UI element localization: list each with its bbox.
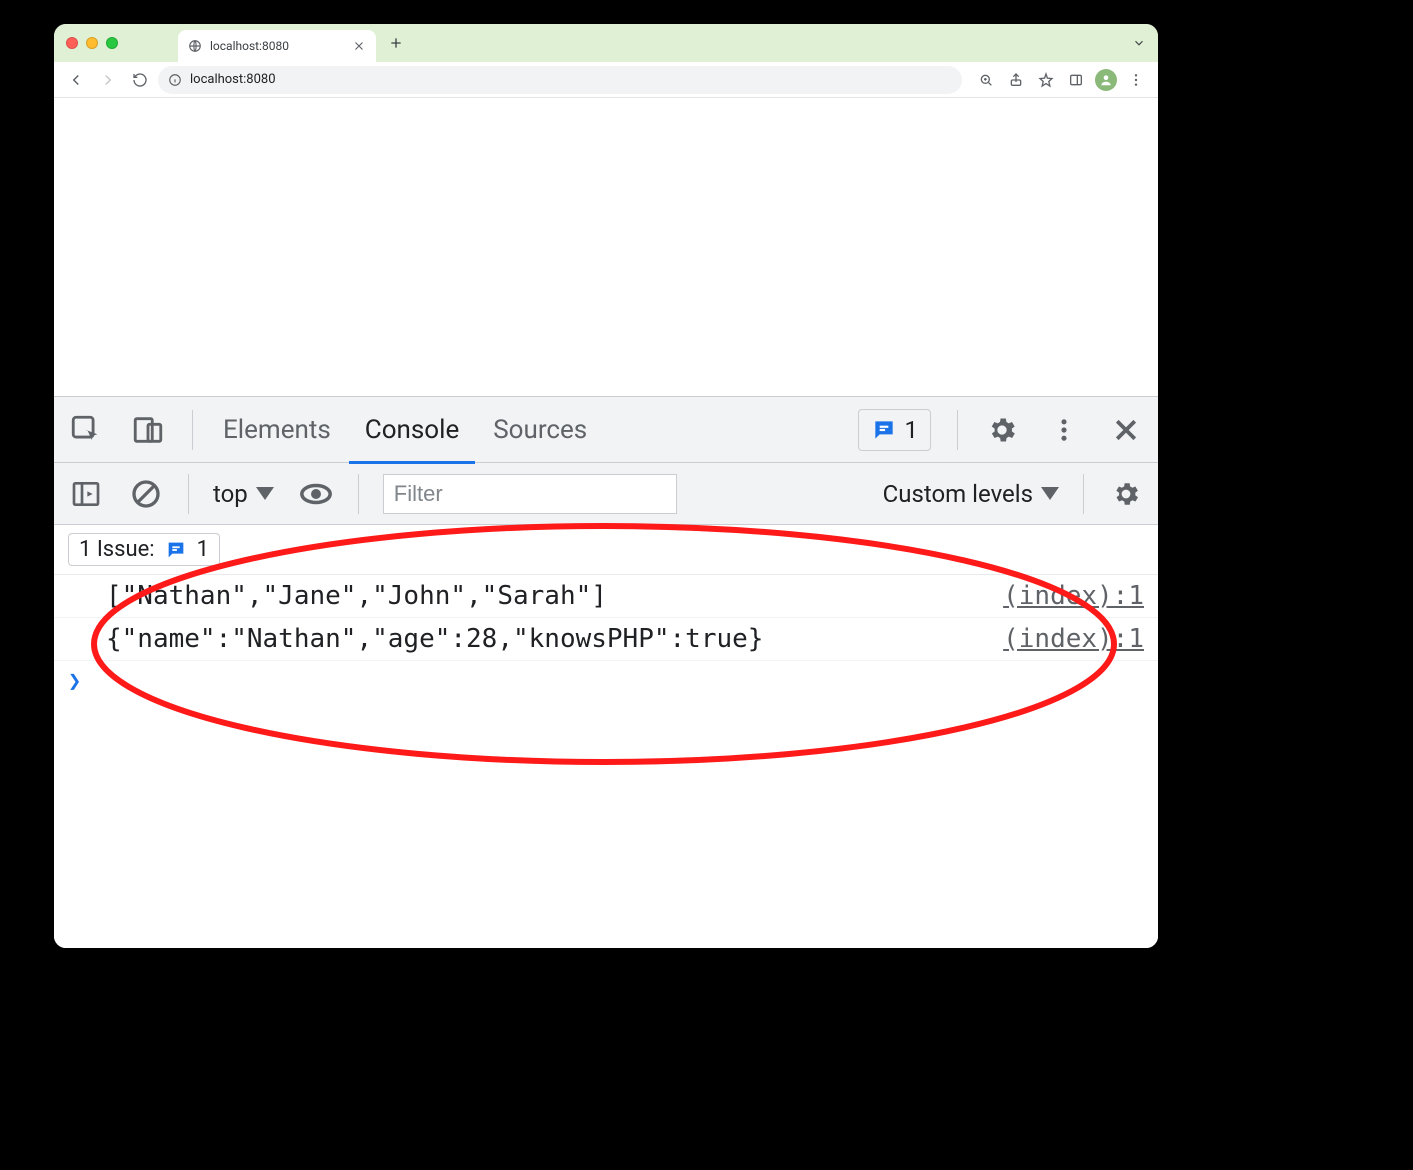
sidebar-toggle-icon[interactable]	[68, 476, 104, 512]
levels-label: Custom levels	[883, 480, 1033, 508]
tab-elements[interactable]: Elements	[219, 397, 335, 463]
globe-icon	[188, 39, 202, 53]
issues-infobar: 1 Issue: 1	[54, 525, 1158, 575]
tabs-dropdown-icon[interactable]	[1132, 36, 1146, 50]
message-icon	[165, 539, 187, 561]
zoom-icon[interactable]	[972, 66, 1000, 94]
close-window-button[interactable]	[66, 37, 78, 49]
back-button[interactable]	[62, 66, 90, 94]
live-expression-icon[interactable]	[298, 476, 334, 512]
issues-badge[interactable]: 1	[858, 409, 932, 451]
context-selector[interactable]: top	[213, 480, 274, 508]
chevron-down-icon	[256, 487, 274, 500]
devtools-panel: Elements Console Sources 1	[54, 396, 1158, 948]
profile-avatar[interactable]	[1092, 66, 1120, 94]
log-source-link[interactable]: (index):1	[1003, 581, 1144, 611]
issues-label: 1 Issue:	[79, 537, 155, 562]
close-tab-icon[interactable]	[352, 39, 366, 53]
browser-window: localhost:8080 localhost:8080	[54, 24, 1158, 948]
bookmark-icon[interactable]	[1032, 66, 1060, 94]
site-info-icon[interactable]	[168, 73, 182, 87]
console-toolbar: top Custom levels	[54, 463, 1158, 525]
page-viewport	[54, 98, 1158, 396]
issues-count: 1	[197, 537, 209, 562]
url-toolbar: localhost:8080	[54, 62, 1158, 98]
filter-input[interactable]	[383, 474, 677, 514]
kebab-menu-icon[interactable]	[1122, 66, 1150, 94]
titlebar: localhost:8080	[54, 24, 1158, 62]
device-toolbar-icon[interactable]	[130, 412, 166, 448]
chevron-right-icon: ❯	[68, 669, 81, 694]
tab-title: localhost:8080	[210, 39, 344, 53]
side-panel-icon[interactable]	[1062, 66, 1090, 94]
minimize-window-button[interactable]	[86, 37, 98, 49]
devtools-settings-icon[interactable]	[984, 412, 1020, 448]
console-log-row: {"name":"Nathan","age":28,"knowsPHP":tru…	[54, 618, 1158, 661]
tab-console[interactable]: Console	[361, 397, 463, 463]
clear-console-icon[interactable]	[128, 476, 164, 512]
devtools-kebab-icon[interactable]	[1046, 412, 1082, 448]
devtools-tabbar: Elements Console Sources 1	[54, 397, 1158, 463]
inspect-element-icon[interactable]	[68, 412, 104, 448]
tab-sources[interactable]: Sources	[489, 397, 591, 463]
message-icon	[871, 417, 897, 443]
console-settings-icon[interactable]	[1108, 476, 1144, 512]
console-prompt[interactable]: ❯	[54, 661, 1158, 702]
log-message: {"name":"Nathan","age":28,"knowsPHP":tru…	[106, 624, 1003, 654]
chevron-down-icon	[1041, 487, 1059, 500]
log-levels-selector[interactable]: Custom levels	[883, 480, 1059, 508]
reload-button[interactable]	[126, 66, 154, 94]
issues-chip[interactable]: 1 Issue: 1	[68, 533, 220, 566]
context-label: top	[213, 480, 248, 508]
window-controls	[66, 37, 118, 49]
new-tab-button[interactable]	[382, 29, 410, 57]
address-bar[interactable]: localhost:8080	[158, 66, 962, 94]
log-source-link[interactable]: (index):1	[1003, 624, 1144, 654]
console-log-row: ["Nathan","Jane","John","Sarah"] (index)…	[54, 575, 1158, 618]
zoom-window-button[interactable]	[106, 37, 118, 49]
issues-badge-count: 1	[905, 416, 919, 444]
log-message: ["Nathan","Jane","John","Sarah"]	[106, 581, 1003, 611]
toolbar-right	[972, 66, 1150, 94]
url-text: localhost:8080	[190, 72, 276, 87]
forward-button[interactable]	[94, 66, 122, 94]
share-icon[interactable]	[1002, 66, 1030, 94]
devtools-close-icon[interactable]	[1108, 412, 1144, 448]
browser-tab[interactable]: localhost:8080	[178, 30, 376, 62]
console-output: ["Nathan","Jane","John","Sarah"] (index)…	[54, 575, 1158, 948]
